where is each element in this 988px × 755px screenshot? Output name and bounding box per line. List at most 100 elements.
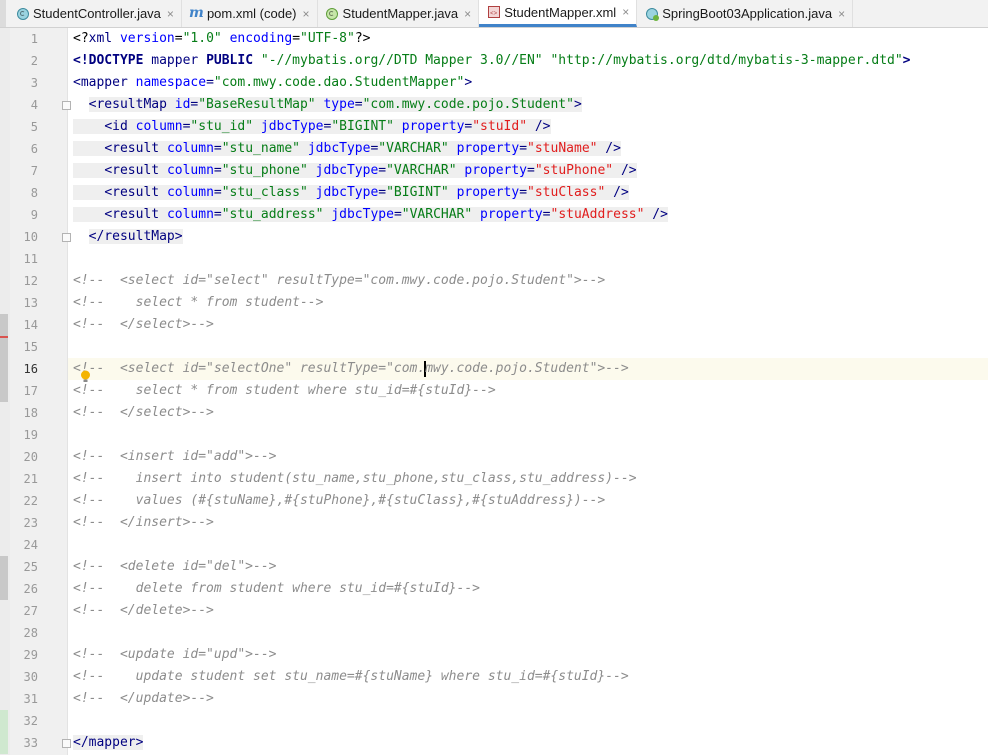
code-token: <result — [104, 185, 167, 200]
close-tab-icon[interactable]: × — [303, 7, 310, 21]
code-token: <!-- </select>--> — [73, 317, 214, 332]
code-line[interactable]: </mapper> — [68, 732, 988, 754]
code-token: property — [456, 185, 520, 200]
code-token: namespace — [135, 75, 207, 90]
tab-studentmapper-xml[interactable]: <> StudentMapper.xml × — [479, 0, 638, 27]
code-token: column — [166, 141, 214, 156]
code-line[interactable]: <!DOCTYPE mapper PUBLIC "-//mybatis.org/… — [68, 50, 988, 72]
code-token: "stuPhone" — [534, 163, 614, 178]
code-token: = — [393, 207, 402, 222]
code-line[interactable] — [68, 248, 988, 270]
code-line[interactable]: <!-- </select>--> — [68, 402, 988, 424]
code-text: <!-- <select id="select" resultType="com… — [68, 273, 605, 288]
code-line[interactable] — [68, 710, 988, 732]
code-token: <!-- <update id="upd">--> — [73, 647, 277, 662]
code-line[interactable]: <id column="stu_id" jdbcType="BIGINT" pr… — [68, 116, 988, 138]
close-tab-icon[interactable]: × — [838, 7, 845, 21]
code-line[interactable]: <!-- </insert>--> — [68, 512, 988, 534]
code-token: jdbcType — [315, 185, 379, 200]
code-line[interactable]: <!-- select * from student where stu_id=… — [68, 380, 988, 402]
close-tab-icon[interactable]: × — [464, 7, 471, 21]
tab-studentcontroller-java[interactable]: StudentController.java × — [8, 0, 182, 27]
code-token: > — [573, 97, 582, 112]
code-line[interactable]: <!-- </select>--> — [68, 314, 988, 336]
close-tab-icon[interactable]: × — [167, 7, 174, 21]
java-interface-icon — [326, 7, 339, 20]
code-line[interactable]: <?xml version="1.0" encoding="UTF-8"?> — [68, 28, 988, 50]
tab-label: pom.xml (code) — [206, 6, 297, 21]
code-line[interactable]: <!-- delete from student where stu_id=#{… — [68, 578, 988, 600]
code-line[interactable]: <!-- <select id="select" resultType="com… — [68, 270, 988, 292]
code-text: <result column="stu_address" jdbcType="V… — [68, 207, 668, 222]
code-text: <!-- <update id="upd">--> — [68, 647, 277, 662]
code-token: <? — [73, 31, 89, 46]
line-number: 28 — [23, 626, 38, 640]
close-tab-icon[interactable]: × — [622, 5, 629, 19]
line-number: 5 — [30, 120, 38, 134]
line-number: 20 — [23, 450, 38, 464]
code-line[interactable]: <mapper namespace="com.mwy.code.dao.Stud… — [68, 72, 988, 94]
line-number-gutter[interactable]: 1 2 3 4 5 6 7 8 9 10 11 12 13 14 15 16 17 18 19 20 21 22 23 24 2… — [10, 28, 71, 755]
code-token: <!-- <select id="selectOne" resultType="… — [73, 361, 426, 376]
code-token: column — [135, 119, 183, 134]
code-token: <result — [104, 141, 167, 156]
code-line[interactable]: </resultMap> — [68, 226, 988, 248]
tab-label: SpringBoot03Application.java — [662, 6, 833, 21]
code-token: jdbcType — [307, 141, 371, 156]
intention-bulb-icon[interactable] — [80, 370, 91, 384]
code-editor[interactable]: 1 2 3 4 5 6 7 8 9 10 11 12 13 14 15 16 17 18 19 20 21 22 23 24 2… — [0, 28, 988, 755]
code-line[interactable]: <!-- <select id="selectOne" resultType="… — [68, 358, 988, 380]
code-line[interactable]: <!-- values (#{stuName},#{stuPhone},#{st… — [68, 490, 988, 512]
code-token: "com.mwy.code.dao.StudentMapper" — [213, 75, 465, 90]
code-line[interactable] — [68, 424, 988, 446]
code-line[interactable] — [68, 534, 988, 556]
code-line[interactable]: <!-- select * from student--> — [68, 292, 988, 314]
code-line[interactable]: <!-- </delete>--> — [68, 600, 988, 622]
code-token: <!-- <delete id="del">--> — [73, 559, 277, 574]
code-line[interactable]: <!-- <insert id="add">--> — [68, 446, 988, 468]
line-number: 23 — [23, 516, 38, 530]
code-text: <!-- </delete>--> — [68, 603, 214, 618]
tab-springboot03application-java[interactable]: SpringBoot03Application.java × — [637, 0, 854, 27]
code-area[interactable]: <?xml version="1.0" encoding="UTF-8"?> <!… — [68, 28, 988, 755]
code-line[interactable]: <result column="stu_class" jdbcType="BIG… — [68, 182, 988, 204]
code-token: <mapper — [73, 75, 136, 90]
code-line[interactable]: <!-- update student set stu_name=#{stuNa… — [68, 666, 988, 688]
tab-pom-xml-code[interactable]: m pom.xml (code) × — [182, 0, 318, 27]
code-line[interactable] — [68, 336, 988, 358]
code-token: > — [902, 53, 911, 68]
code-line[interactable]: <result column="stu_phone" jdbcType="VAR… — [68, 160, 988, 182]
code-token: <id — [104, 119, 136, 134]
code-token: "com.mwy.code.pojo.Student" — [362, 97, 574, 112]
code-token: PUBLIC — [206, 53, 261, 68]
line-number: 11 — [23, 252, 38, 266]
code-line[interactable]: <resultMap id="BaseResultMap" type="com.… — [68, 94, 988, 116]
code-token — [73, 207, 105, 222]
code-line[interactable] — [68, 622, 988, 644]
change-marker — [0, 314, 8, 402]
line-number: 7 — [30, 164, 38, 178]
line-number: 19 — [23, 428, 38, 442]
code-line[interactable]: <result column="stu_address" jdbcType="V… — [68, 204, 988, 226]
code-token: <!-- </insert>--> — [73, 515, 214, 530]
code-line[interactable]: <!-- <delete id="del">--> — [68, 556, 988, 578]
editor-left-strip — [0, 28, 10, 755]
code-token — [448, 141, 457, 156]
line-number: 33 — [23, 736, 38, 750]
line-number: 15 — [23, 340, 38, 354]
code-token: <result — [104, 163, 167, 178]
code-line[interactable]: <!-- insert into student(stu_name,stu_ph… — [68, 468, 988, 490]
code-token: jdbcType — [315, 163, 379, 178]
code-line[interactable]: <!-- <update id="upd">--> — [68, 644, 988, 666]
code-line[interactable]: <!-- </update>--> — [68, 688, 988, 710]
line-number: 4 — [30, 98, 38, 112]
tab-studentmapper-java[interactable]: StudentMapper.java × — [318, 0, 480, 27]
code-token: <!-- </update>--> — [73, 691, 214, 706]
java-class-icon — [16, 7, 29, 20]
code-text: <!-- </insert>--> — [68, 515, 214, 530]
code-line[interactable]: <result column="stu_name" jdbcType="VARC… — [68, 138, 988, 160]
